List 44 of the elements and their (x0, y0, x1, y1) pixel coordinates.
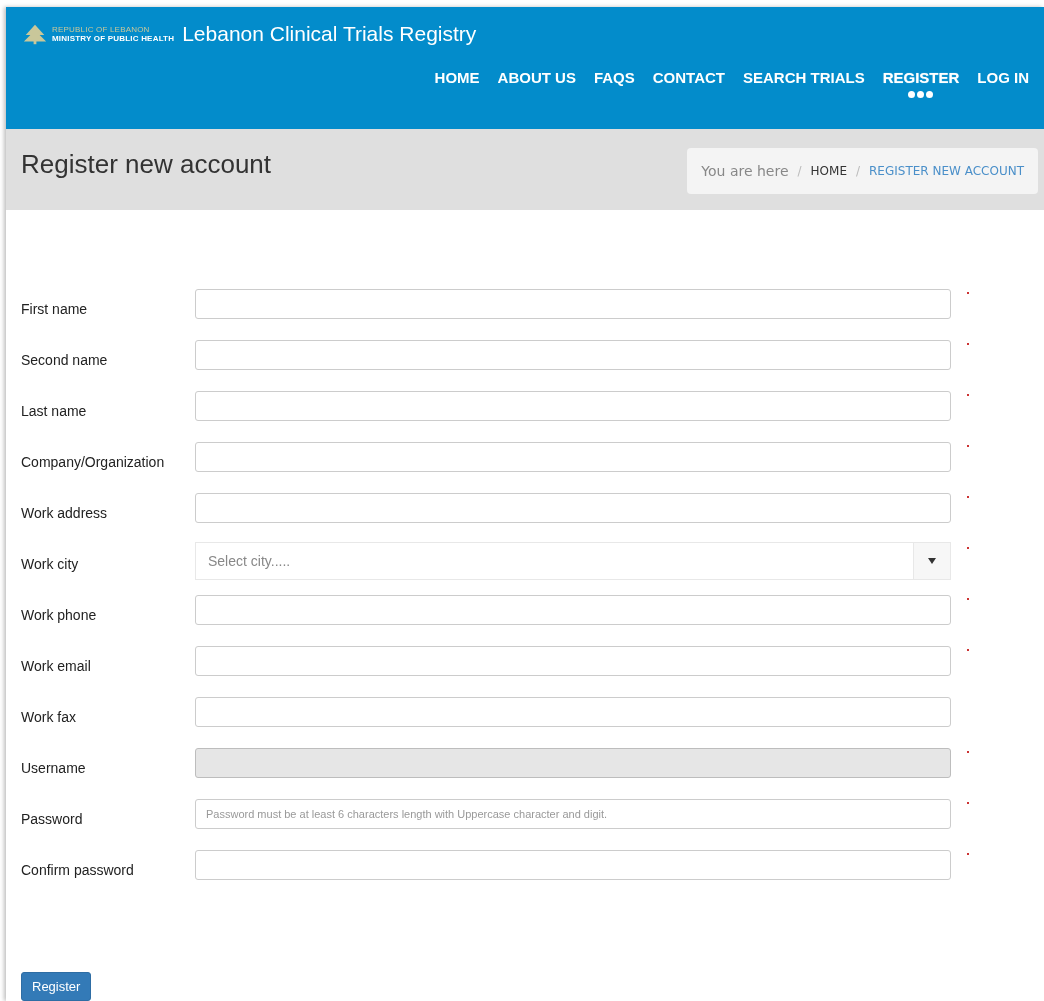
field-label: Work email (21, 656, 92, 674)
breadcrumb-separator: / (856, 163, 861, 178)
input-field[interactable] (195, 288, 951, 319)
input-field[interactable] (195, 849, 951, 880)
field-label: Confirm password (21, 860, 135, 878)
nav-link[interactable]: LOG IN (977, 69, 1029, 98)
field-label: Work phone (21, 605, 98, 623)
city-select[interactable]: Select city..... (195, 541, 951, 580)
breadcrumb-separator: / (797, 163, 802, 178)
ministry-label: MINISTRY OF PUBLIC HEALTH (52, 34, 175, 43)
page-title: Register new account (21, 148, 272, 180)
field-label: Work address (21, 503, 109, 521)
dropdown-toggle[interactable] (913, 542, 950, 579)
input-field[interactable] (195, 594, 951, 625)
field-label: Last name (21, 401, 88, 419)
input-field[interactable] (195, 441, 951, 472)
field-label: Work fax (21, 707, 77, 725)
breadcrumb-link[interactable]: HOME (810, 163, 847, 178)
field-label: Company/Organization (21, 452, 166, 470)
nav-link[interactable]: CONTACT (652, 69, 725, 98)
field-label: Password (21, 809, 84, 827)
nav-link[interactable]: REGISTER (882, 69, 960, 98)
field-label: Username (21, 758, 87, 776)
field-label: Second name (21, 350, 109, 368)
input-field[interactable] (195, 645, 951, 676)
site-title[interactable]: Lebanon Clinical Trials Registry (182, 22, 477, 46)
cedar-tree-icon (22, 23, 48, 45)
input-field[interactable] (195, 492, 951, 523)
nav-link[interactable]: HOME (434, 69, 480, 98)
field-label: First name (21, 299, 89, 317)
nav-link[interactable]: FAQS (593, 69, 635, 98)
ministry-label: REPUBLIC OF LEBANON (52, 25, 151, 34)
register-button[interactable]: Register (21, 972, 92, 1001)
select-placeholder: Select city..... (207, 552, 291, 569)
input-field[interactable] (195, 339, 951, 370)
breadcrumb-label: You are here (701, 162, 789, 179)
breadcrumb-link[interactable]: REGISTER NEW ACCOUNT (869, 163, 1024, 178)
field-label: Work city (21, 554, 80, 572)
input-field[interactable]: Password must be at least 6 characters length with Uppercase character and digit. (195, 798, 951, 829)
nav-link[interactable]: ABOUT US (497, 69, 576, 98)
input-field[interactable] (195, 390, 951, 421)
input-field[interactable] (195, 696, 951, 727)
nav-link[interactable]: SEARCH TRIALS (742, 69, 865, 98)
caret-icon (928, 557, 936, 564)
